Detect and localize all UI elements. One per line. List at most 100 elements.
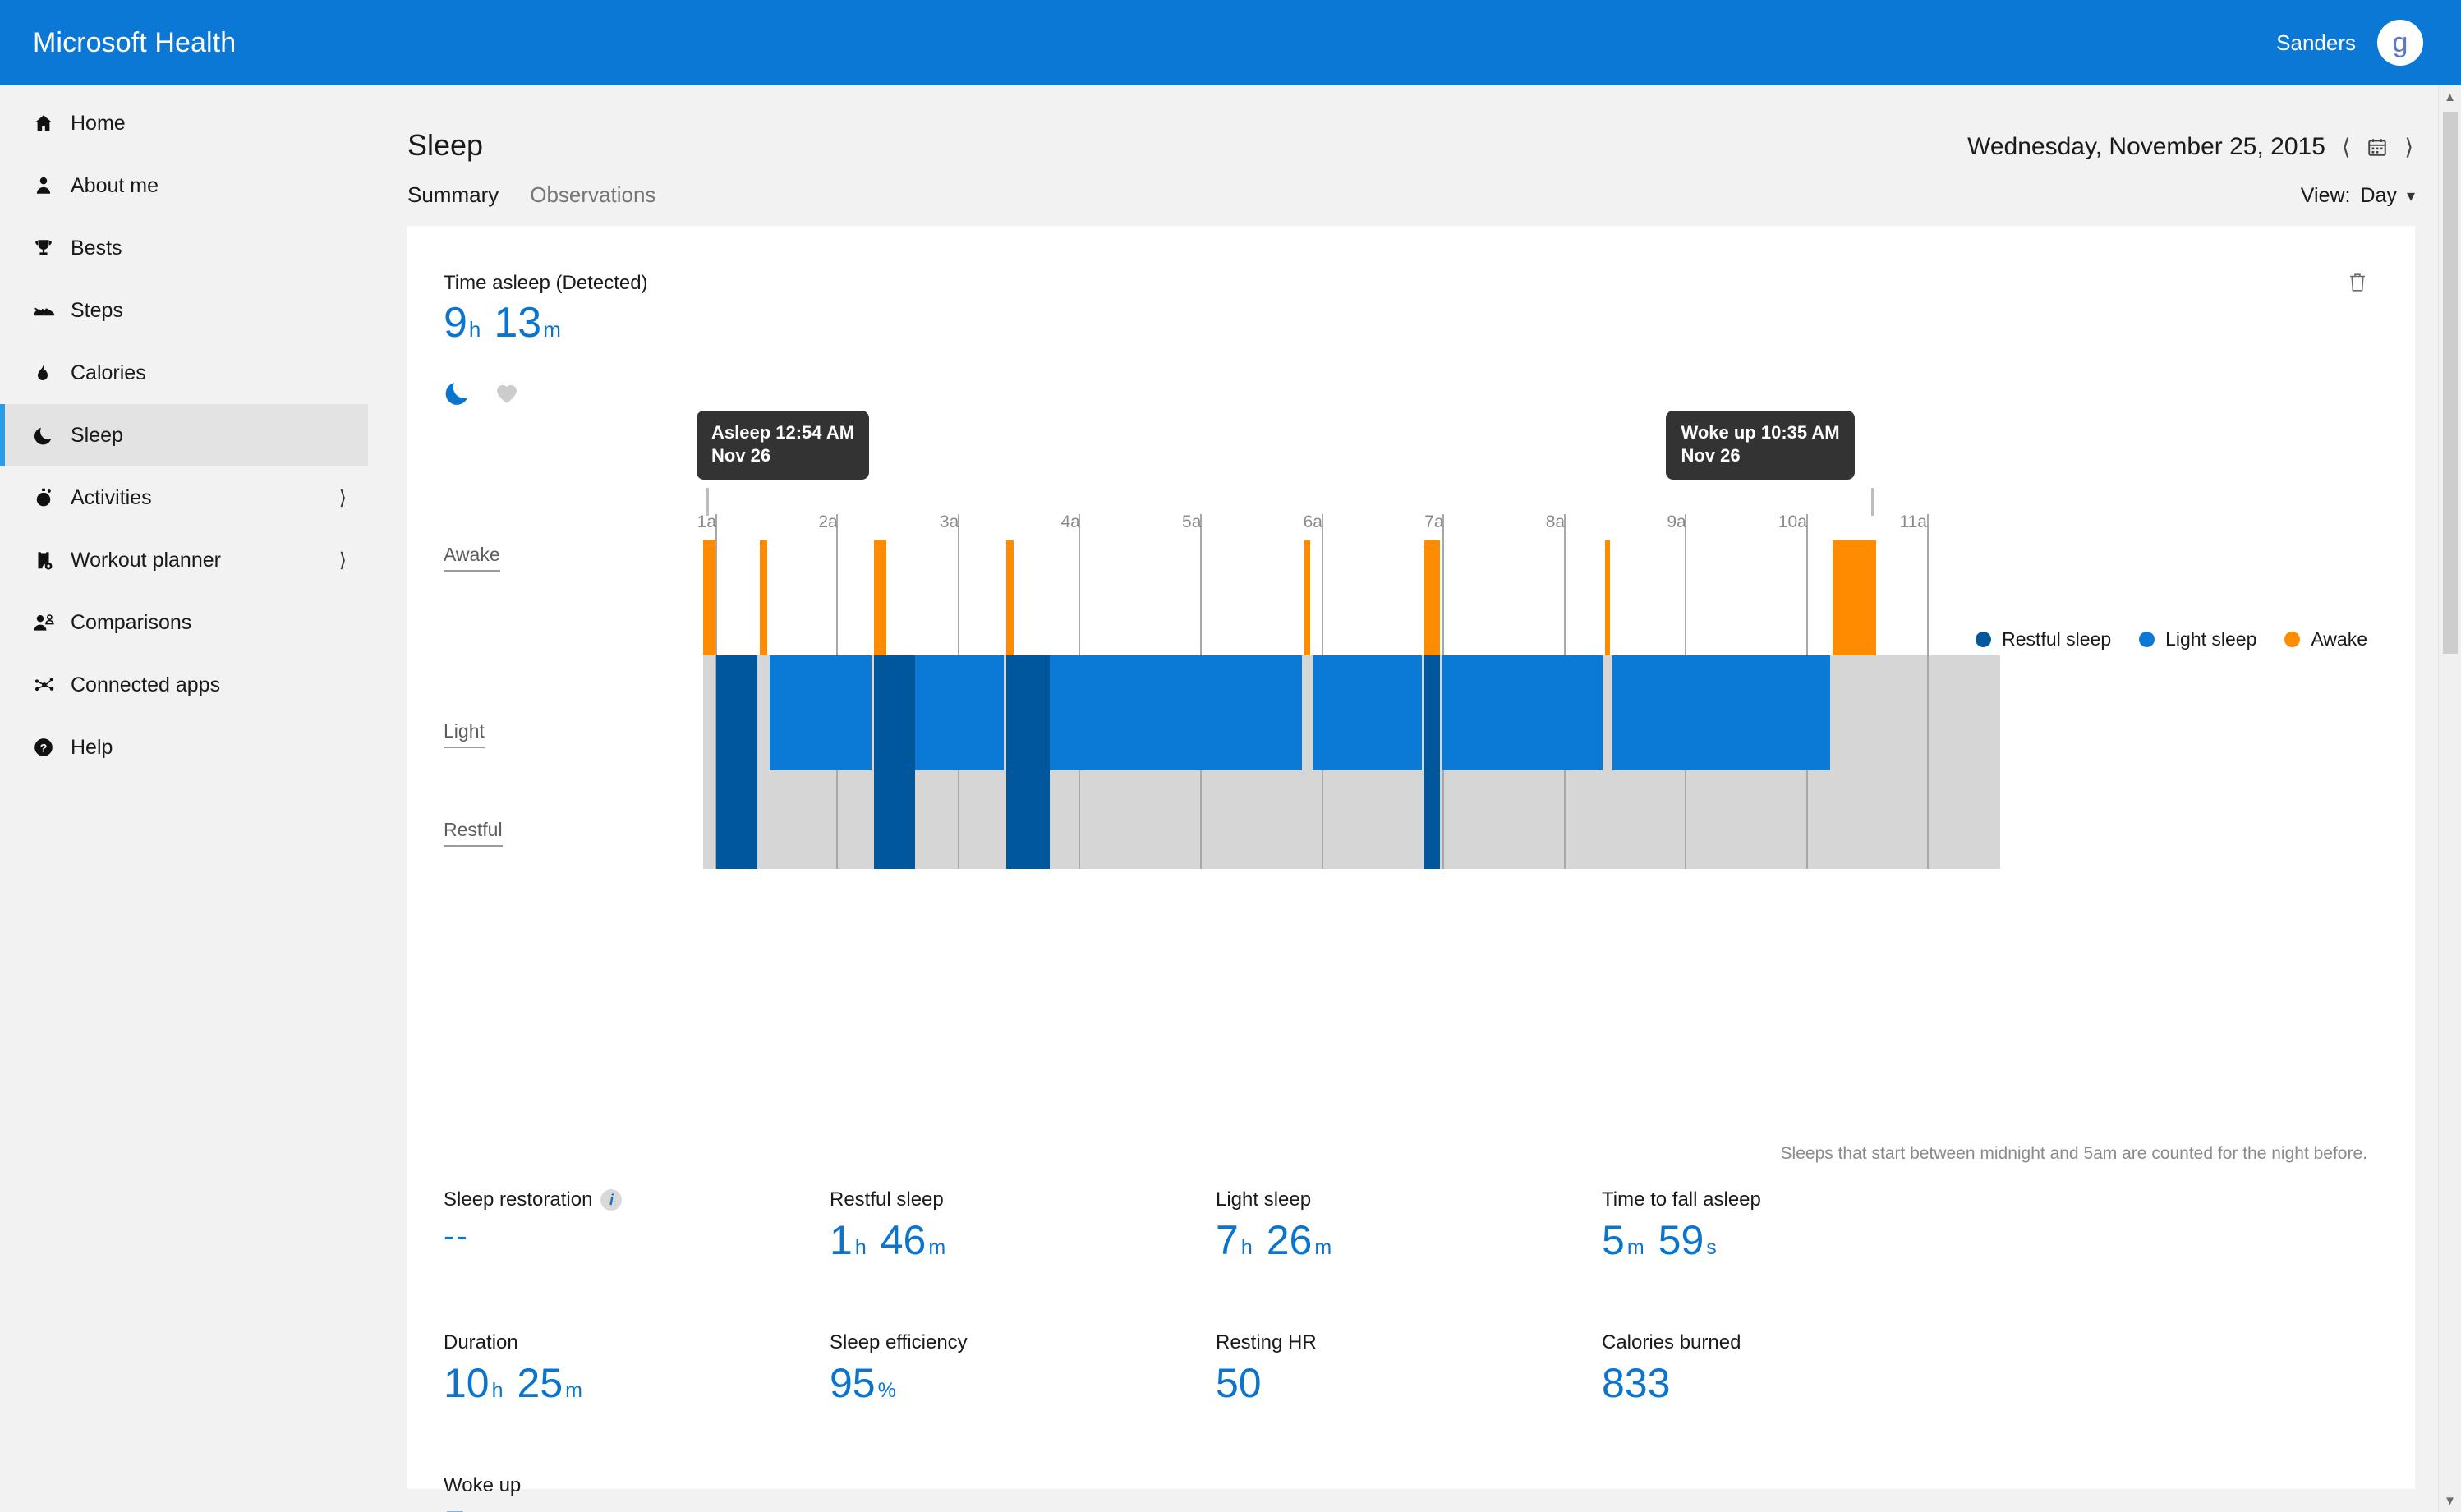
stat-duration: Duration 10 h 25 m [444,1331,830,1404]
chevron-right-icon[interactable]: ⟩ [339,486,347,510]
tooltip-line-2: Nov 26 [1681,445,1741,466]
stat-label-text: Restful sleep [830,1188,944,1211]
stat-unit-secondary: s [1706,1236,1717,1259]
x-tick-label: 4a [1060,512,1080,531]
sidebar-item-label: Home [71,111,126,135]
tab-bar: Summary Observations [407,182,656,208]
chart-segment-awake [1833,540,1877,655]
stat-unit-primary: h [491,1379,504,1402]
stat-unit-secondary: m [1314,1236,1332,1259]
tooltip-wokeup: Woke up 10:35 AM Nov 26 [1666,411,1855,480]
chart-segment-restful [874,655,916,869]
sidebar-item-home[interactable]: Home [0,92,368,154]
sidebar-item-label: Bests [71,236,122,260]
sleep-mode-icons [444,379,2367,411]
sidebar-item-label: Help [71,735,113,759]
home-icon [33,113,71,134]
sidebar-item-comparisons[interactable]: Comparisons [0,591,368,654]
chart-segment-light [1050,655,1302,770]
trash-icon[interactable] [2348,272,2367,297]
sidebar-item-label: Steps [71,298,123,322]
stat-woke-up: Woke up 5x [444,1474,830,1512]
vertical-scrollbar[interactable]: ▲ ▼ [2438,85,2461,1512]
chart-segment-awake [1604,540,1610,655]
stat-label-text: Duration [444,1331,518,1353]
sidebar-item-workout-planner[interactable]: Workout planner ⟩ [0,529,368,591]
stat-label: Restful sleep [830,1188,1216,1211]
chart-segment-light [1612,655,1831,770]
stat-value-primary: 5 [1602,1217,1625,1263]
sidebar-item-connected-apps[interactable]: Connected apps [0,654,368,716]
stat-unit-primary: h [1240,1236,1253,1259]
tooltip-line-1: Asleep 12:54 AM [711,422,855,443]
time-asleep-minutes-unit: m [543,317,561,342]
time-asleep-hours-unit: h [468,317,481,342]
view-selector[interactable]: View: Day ▾ [2301,184,2415,208]
stat-label: Time to fall asleep [1602,1188,1988,1211]
sidebar-item-steps[interactable]: Steps [0,279,368,342]
date-navigation: Wednesday, November 25, 2015 ⟨ ⟩ [1967,128,2415,161]
sidebar-item-bests[interactable]: Bests [0,217,368,279]
chart-gridline [1927,514,1930,869]
flame-icon [33,362,71,384]
chevron-left-icon[interactable]: ⟨ [2340,136,2353,159]
stat-label-text: Time to fall asleep [1602,1188,1761,1211]
x-tick-label: 3a [939,512,959,531]
y-tick-label: Awake [444,544,500,572]
sidebar-item-label: About me [71,173,159,197]
stat-value-secondary: 46 [880,1217,927,1263]
stat-label: Light sleep [1216,1188,1602,1211]
tab-summary[interactable]: Summary [407,182,499,208]
x-tick-label: 7a [1424,512,1444,531]
chevron-right-icon[interactable]: ⟩ [2403,136,2415,159]
chart-x-axis: 1a 2a 3a 4a 5a 6a 7a 8a 9a 10a 11a [444,512,2367,540]
current-date: Wednesday, November 25, 2015 [1967,133,2325,160]
page-header: Sleep Wednesday, November 25, 2015 ⟨ ⟩ S… [368,85,2461,208]
tab-observations[interactable]: Observations [530,182,656,208]
x-tick-label: 9a [1667,512,1686,531]
sidebar-item-about-me[interactable]: About me [0,154,368,217]
stat-value-primary: 5 [444,1505,467,1512]
scroll-up-icon[interactable]: ▲ [2439,85,2461,108]
x-tick-label: 11a [1899,512,1927,531]
scrollbar-thumb[interactable] [2443,112,2458,654]
stat-value-primary: 95 [830,1360,876,1406]
page-title: Sleep [407,128,484,162]
chart-segment-restful [1005,655,1051,869]
user-menu[interactable]: Sanders g [2276,20,2423,66]
stat-value-secondary: 59 [1658,1217,1704,1263]
sleep-chart: 1a 2a 3a 4a 5a 6a 7a 8a 9a 10a 11a Awake Light Restfu… [444,411,2367,935]
chevron-down-icon[interactable]: ▾ [2407,186,2415,206]
stat-time-to-fall-asleep: Time to fall asleep 5 m 59 s [1602,1188,1988,1261]
stat-value: 10 h 25 m [444,1363,830,1404]
scroll-down-icon[interactable]: ▼ [2439,1489,2461,1512]
time-asleep-stat: Time asleep (Detected) 9 h 13 m [444,272,648,344]
sidebar-item-label: Sleep [71,423,123,447]
stat-value: 1 h 46 m [830,1220,1216,1261]
tooltip-line-1: Woke up 10:35 AM [1681,422,1840,443]
stat-value: 95% [830,1363,1216,1404]
app-header: Microsoft Health Sanders g [0,0,2461,85]
avatar[interactable]: g [2377,20,2423,66]
info-icon[interactable]: i [600,1189,623,1211]
sidebar-item-sleep[interactable]: Sleep [0,404,368,466]
stats-row: Woke up 5x [444,1474,2367,1512]
stat-resting-hr: Resting HR 50 [1216,1331,1602,1404]
y-tick-label: Restful [444,819,503,847]
stat-label: Sleep restoration i [444,1188,830,1211]
sidebar-item-calories[interactable]: Calories [0,342,368,404]
sidebar-item-activities[interactable]: Activities ⟩ [0,466,368,529]
chevron-right-icon[interactable]: ⟩ [339,549,347,572]
clipboard-gear-icon [33,549,71,571]
chart-segment-awake [760,540,768,655]
moon-icon[interactable] [444,379,472,411]
stat-label-text: Light sleep [1216,1188,1312,1211]
chart-segment-light [770,655,872,770]
stat-calories-burned: Calories burned 833 [1602,1331,1988,1404]
chart-segment-restful [1424,655,1441,869]
stat-label: Calories burned [1602,1331,1988,1354]
stat-label: Sleep efficiency [830,1331,1216,1354]
calendar-icon[interactable] [2367,136,2388,158]
heart-icon[interactable] [493,379,521,411]
sidebar-item-help[interactable]: ? Help [0,716,368,779]
